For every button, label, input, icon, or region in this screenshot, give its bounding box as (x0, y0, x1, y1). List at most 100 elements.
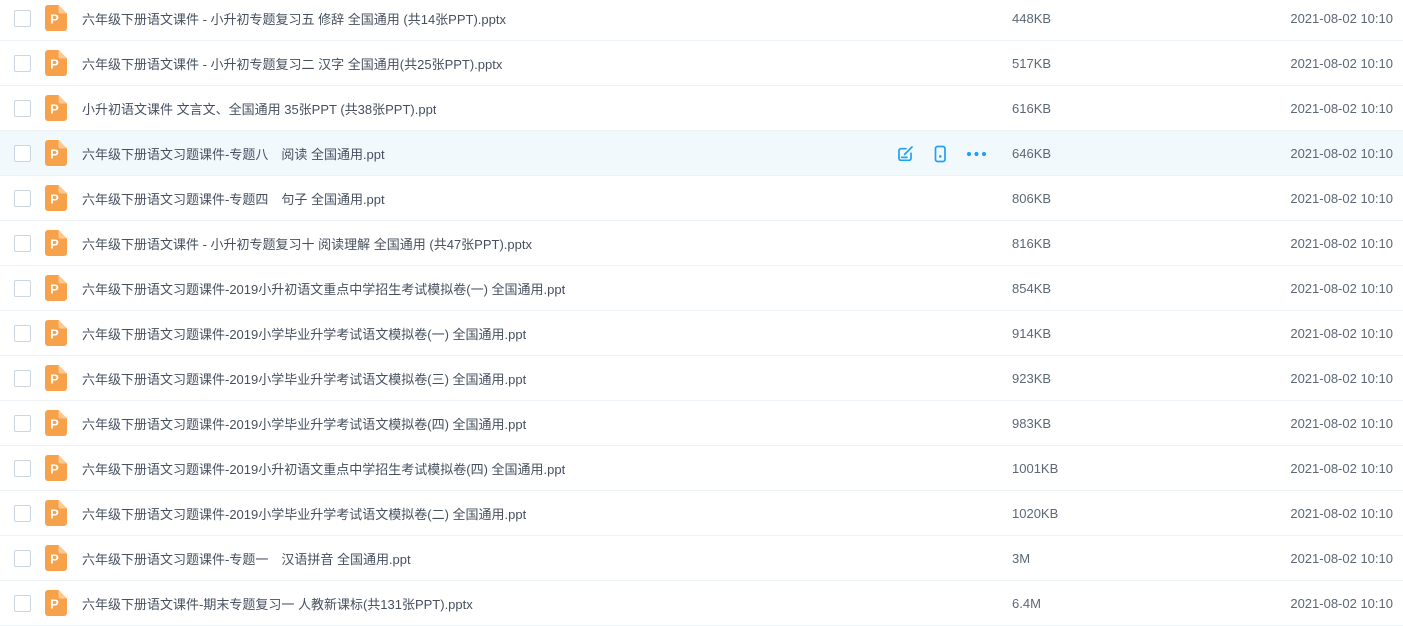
ppt-file-icon: P (45, 50, 67, 76)
row-checkbox[interactable] (14, 505, 31, 522)
file-date: 2021-08-02 10:10 (1290, 551, 1393, 566)
ppt-file-icon: P (45, 185, 67, 211)
ppt-file-icon: P (45, 545, 67, 571)
file-name-link[interactable]: 六年级下册语文习题课件-专题四 句子 全国通用.ppt (82, 189, 385, 208)
more-icon[interactable] (966, 151, 987, 157)
file-date: 2021-08-02 10:10 (1290, 101, 1393, 116)
file-date: 2021-08-02 10:10 (1290, 461, 1393, 476)
file-row[interactable]: P 六年级下册语文习题课件-2019小学毕业升学考试语文模拟卷(三) 全国通用.… (0, 356, 1403, 401)
file-date: 2021-08-02 10:10 (1290, 326, 1393, 341)
row-checkbox[interactable] (14, 595, 31, 612)
svg-text:P: P (50, 237, 59, 252)
file-name-link[interactable]: 六年级下册语文课件-期末专题复习一 人教新课标(共131张PPT).pptx (82, 594, 473, 613)
file-row[interactable]: P 六年级下册语文课件 - 小升初专题复习五 修辞 全国通用 (共14张PPT)… (0, 0, 1403, 41)
file-row[interactable]: P 六年级下册语文习题课件-专题八 阅读 全国通用.ppt (0, 131, 1403, 176)
svg-text:P: P (50, 462, 59, 477)
mobile-icon[interactable] (931, 145, 949, 163)
row-checkbox[interactable] (14, 460, 31, 477)
file-name-link[interactable]: 六年级下册语文习题课件-2019小学毕业升学考试语文模拟卷(四) 全国通用.pp… (82, 414, 526, 433)
file-row[interactable]: P 六年级下册语文习题课件-2019小升初语文重点中学招生考试模拟卷(四) 全国… (0, 446, 1403, 491)
file-row[interactable]: P 小升初语文课件 文言文、全国通用 35张PPT (共38张PPT).ppt … (0, 86, 1403, 131)
svg-text:P: P (50, 57, 59, 72)
file-size: 646KB (1012, 146, 1051, 161)
ppt-file-icon: P (45, 140, 67, 166)
file-name-link[interactable]: 六年级下册语文习题课件-2019小升初语文重点中学招生考试模拟卷(四) 全国通用… (82, 459, 565, 478)
file-row[interactable]: P 六年级下册语文课件 - 小升初专题复习十 阅读理解 全国通用 (共47张PP… (0, 221, 1403, 266)
file-size: 854KB (1012, 281, 1051, 296)
file-name-link[interactable]: 六年级下册语文课件 - 小升初专题复习十 阅读理解 全国通用 (共47张PPT)… (82, 234, 532, 253)
row-checkbox[interactable] (14, 550, 31, 567)
file-date: 2021-08-02 10:10 (1290, 236, 1393, 251)
file-name-link[interactable]: 六年级下册语文习题课件-2019小学毕业升学考试语文模拟卷(一) 全国通用.pp… (82, 324, 526, 343)
ppt-file-icon: P (45, 410, 67, 436)
svg-text:P: P (50, 102, 59, 117)
row-checkbox[interactable] (14, 100, 31, 117)
svg-text:P: P (50, 597, 59, 612)
ppt-file-icon: P (45, 500, 67, 526)
row-checkbox[interactable] (14, 415, 31, 432)
file-name-link[interactable]: 六年级下册语文习题课件-2019小学毕业升学考试语文模拟卷(二) 全国通用.pp… (82, 504, 526, 523)
ppt-file-icon: P (45, 320, 67, 346)
row-checkbox[interactable] (14, 55, 31, 72)
file-row[interactable]: P 六年级下册语文习题课件-2019小学毕业升学考试语文模拟卷(一) 全国通用.… (0, 311, 1403, 356)
row-checkbox[interactable] (14, 10, 31, 27)
ppt-file-icon: P (45, 365, 67, 391)
file-name-link[interactable]: 六年级下册语文习题课件-专题八 阅读 全国通用.ppt (82, 144, 385, 163)
file-list: P 六年级下册语文课件 - 小升初专题复习五 修辞 全国通用 (共14张PPT)… (0, 0, 1403, 626)
file-name-link[interactable]: 六年级下册语文课件 - 小升初专题复习二 汉字 全国通用(共25张PPT).pp… (82, 54, 502, 73)
file-date: 2021-08-02 10:10 (1290, 371, 1393, 386)
svg-text:P: P (50, 12, 59, 27)
row-checkbox[interactable] (14, 235, 31, 252)
file-row[interactable]: P 六年级下册语文习题课件-专题四 句子 全国通用.ppt 806KB 2021… (0, 176, 1403, 221)
file-size: 923KB (1012, 371, 1051, 386)
file-row[interactable]: P 六年级下册语文课件-期末专题复习一 人教新课标(共131张PPT).pptx… (0, 581, 1403, 626)
file-date: 2021-08-02 10:10 (1290, 416, 1393, 431)
file-name-link[interactable]: 六年级下册语文课件 - 小升初专题复习五 修辞 全国通用 (共14张PPT).p… (82, 9, 506, 28)
file-name-link[interactable]: 六年级下册语文习题课件-2019小升初语文重点中学招生考试模拟卷(一) 全国通用… (82, 279, 565, 298)
file-name-link[interactable]: 六年级下册语文习题课件-2019小学毕业升学考试语文模拟卷(三) 全国通用.pp… (82, 369, 526, 388)
file-date: 2021-08-02 10:10 (1290, 191, 1393, 206)
svg-text:P: P (50, 282, 59, 297)
file-name-link[interactable]: 六年级下册语文习题课件-专题一 汉语拼音 全国通用.ppt (82, 549, 411, 568)
file-size: 448KB (1012, 11, 1051, 26)
file-size: 1020KB (1012, 506, 1058, 521)
file-size: 983KB (1012, 416, 1051, 431)
svg-text:P: P (50, 147, 59, 162)
file-size: 816KB (1012, 236, 1051, 251)
row-checkbox[interactable] (14, 145, 31, 162)
svg-text:P: P (50, 192, 59, 207)
file-date: 2021-08-02 10:10 (1290, 506, 1393, 521)
row-checkbox[interactable] (14, 280, 31, 297)
file-date: 2021-08-02 10:10 (1290, 56, 1393, 71)
ppt-file-icon: P (45, 95, 67, 121)
svg-text:P: P (50, 552, 59, 567)
file-size: 6.4M (1012, 596, 1041, 611)
row-checkbox[interactable] (14, 325, 31, 342)
ppt-file-icon: P (45, 230, 67, 256)
ppt-file-icon: P (45, 590, 67, 616)
file-row[interactable]: P 六年级下册语文习题课件-2019小学毕业升学考试语文模拟卷(二) 全国通用.… (0, 491, 1403, 536)
file-size: 616KB (1012, 101, 1051, 116)
svg-text:P: P (50, 507, 59, 522)
row-actions (896, 131, 987, 176)
file-name-link[interactable]: 小升初语文课件 文言文、全国通用 35张PPT (共38张PPT).ppt (82, 99, 436, 118)
file-row[interactable]: P 六年级下册语文习题课件-2019小学毕业升学考试语文模拟卷(四) 全国通用.… (0, 401, 1403, 446)
file-date: 2021-08-02 10:10 (1290, 146, 1393, 161)
ppt-file-icon: P (45, 455, 67, 481)
row-checkbox[interactable] (14, 190, 31, 207)
file-row[interactable]: P 六年级下册语文习题课件-专题一 汉语拼音 全国通用.ppt 3M 2021-… (0, 536, 1403, 581)
svg-text:P: P (50, 372, 59, 387)
file-date: 2021-08-02 10:10 (1290, 11, 1393, 26)
file-size: 806KB (1012, 191, 1051, 206)
file-size: 517KB (1012, 56, 1051, 71)
file-row[interactable]: P 六年级下册语文习题课件-2019小升初语文重点中学招生考试模拟卷(一) 全国… (0, 266, 1403, 311)
file-date: 2021-08-02 10:10 (1290, 596, 1393, 611)
ppt-file-icon: P (45, 275, 67, 301)
row-checkbox[interactable] (14, 370, 31, 387)
file-size: 3M (1012, 551, 1030, 566)
ppt-file-icon: P (45, 5, 67, 31)
file-row[interactable]: P 六年级下册语文课件 - 小升初专题复习二 汉字 全国通用(共25张PPT).… (0, 41, 1403, 86)
edit-icon[interactable] (896, 145, 914, 163)
file-size: 914KB (1012, 326, 1051, 341)
svg-text:P: P (50, 327, 59, 342)
